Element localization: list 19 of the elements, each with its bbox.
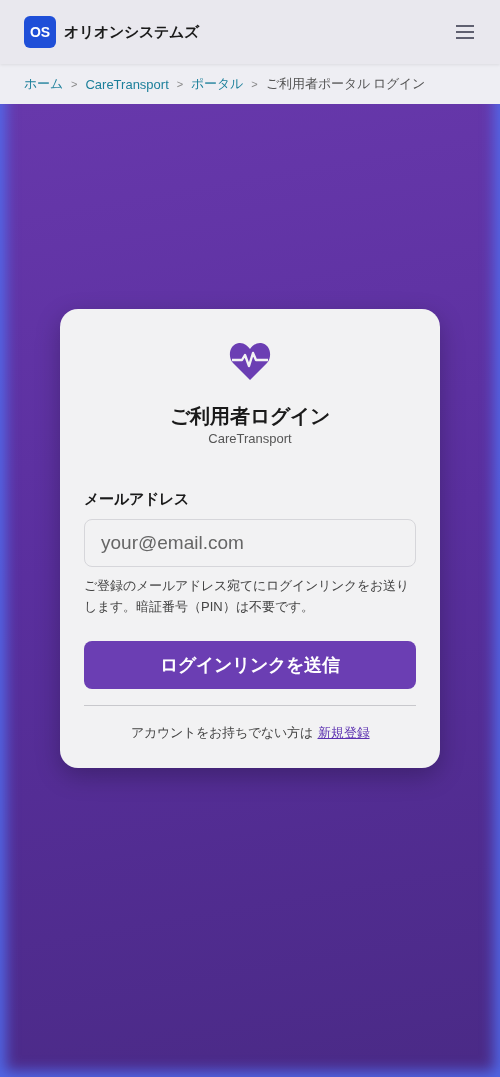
email-field[interactable]: your@email.com bbox=[84, 519, 416, 567]
help-text: ご登録のメールアドレス宛てにログインリンクをお送りします。暗証番号（PIN）は不要です。 bbox=[84, 577, 410, 616]
login-title: ご利用者ログイン bbox=[169, 404, 331, 429]
menu-icon[interactable] bbox=[454, 23, 476, 41]
signup-link[interactable]: 新規登録 bbox=[317, 724, 370, 742]
login-subtitle: CareTransport bbox=[207, 431, 293, 446]
email-label: メールアドレス bbox=[84, 490, 190, 509]
send-login-link-button[interactable]: ログインリンクを送信 bbox=[84, 641, 416, 689]
breadcrumb-separator: > bbox=[71, 78, 78, 90]
logo[interactable]: OS bbox=[24, 16, 56, 48]
signup-prompt: アカウントをお持ちでない方は bbox=[130, 724, 313, 742]
breadcrumb-link[interactable]: ポータル bbox=[191, 75, 244, 93]
brand-name: オリオンシステムズ bbox=[64, 22, 199, 42]
breadcrumb-link[interactable]: ホーム bbox=[24, 75, 63, 93]
breadcrumb-current: ご利用者ポータル ログイン bbox=[265, 75, 426, 93]
heart-pulse-icon bbox=[229, 341, 271, 381]
breadcrumb-link[interactable]: CareTransport bbox=[85, 76, 169, 92]
breadcrumb-separator: > bbox=[176, 78, 184, 90]
breadcrumb-separator: > bbox=[251, 78, 258, 90]
